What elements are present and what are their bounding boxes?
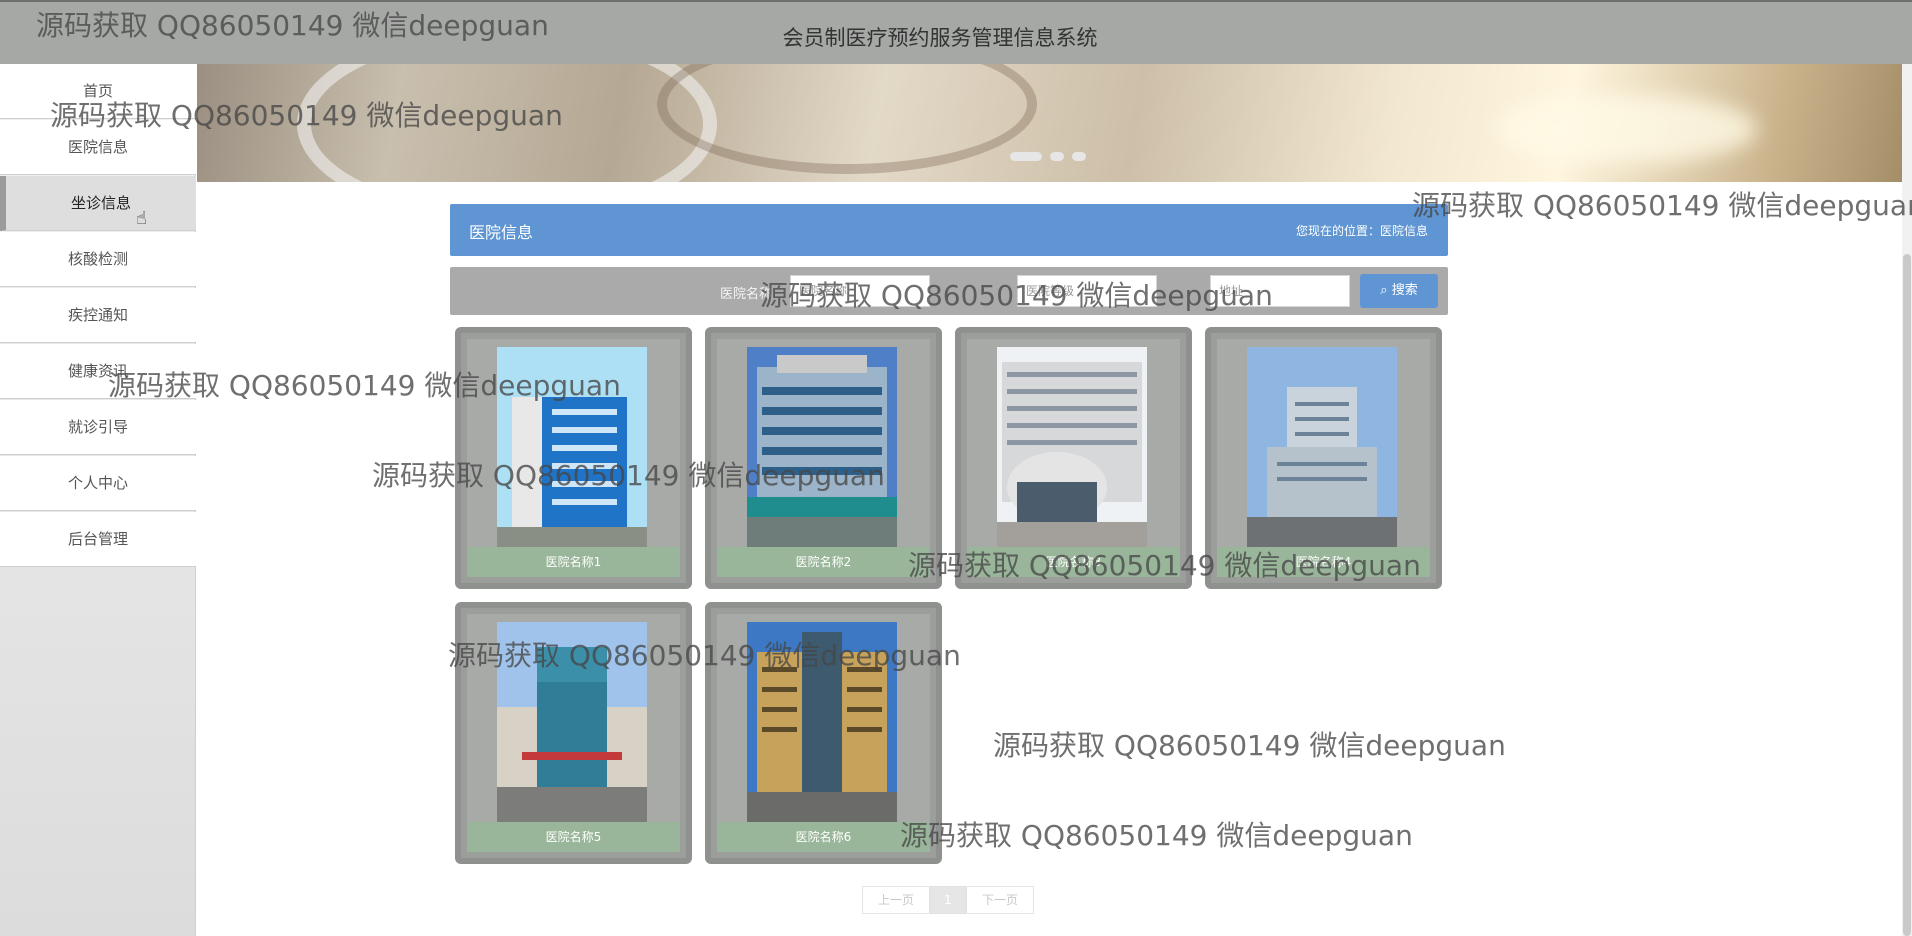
breadcrumb-current[interactable]: 医院信息: [1380, 224, 1428, 238]
sidebar-item-health-news[interactable]: 健康资讯: [0, 344, 196, 399]
hospital-photo[interactable]: [1247, 347, 1397, 547]
sidebar-item-personal-center[interactable]: 个人中心: [0, 456, 196, 511]
section-title: 医院信息: [469, 223, 534, 242]
mouse-pointer-icon: ☝: [136, 208, 147, 229]
hospital-card[interactable]: 医院名称5: [455, 602, 692, 864]
banner-decoration: [657, 64, 1037, 174]
carousel-dot[interactable]: [1050, 152, 1064, 161]
hospital-photo[interactable]: [747, 622, 897, 822]
card-inner: 医院名称6: [717, 614, 930, 852]
sidebar-item-hospital-info[interactable]: 医院信息: [0, 120, 196, 175]
top-bar: 会员制医疗预约服务管理信息系统: [0, 0, 1912, 64]
card-caption: 医院名称1: [467, 547, 680, 577]
banner-decoration: [297, 64, 717, 182]
hospital-photo[interactable]: [497, 622, 647, 822]
sidebar-item-nucleic-test[interactable]: 核酸检测: [0, 232, 196, 287]
hospital-name-label: 医院名称: [720, 287, 773, 302]
prev-page-button[interactable]: 上一页: [862, 886, 930, 914]
hospital-photo[interactable]: [747, 347, 897, 547]
card-caption: 医院名称5: [467, 822, 680, 852]
hospital-card[interactable]: 医院名称6: [705, 602, 942, 864]
sidebar: 首页 医院信息 坐诊信息 核酸检测 疾控通知 健康资讯 就诊引导 个人中心 后台…: [0, 64, 196, 936]
pagination: 上一页 1 下一页: [862, 886, 1034, 914]
address-input[interactable]: 地址: [1210, 275, 1350, 307]
hospital-card[interactable]: 医院名称1: [455, 327, 692, 589]
scrollbar-thumb[interactable]: [1903, 254, 1911, 936]
hospital-name-input[interactable]: 医院名称: [790, 275, 930, 307]
breadcrumb: 您现在的位置：医院信息: [1296, 222, 1428, 239]
sidebar-item-cdc-notice[interactable]: 疾控通知: [0, 288, 196, 343]
search-button-label: 搜索: [1391, 283, 1418, 298]
card-inner: 医院名称4: [1217, 339, 1430, 577]
app-title: 会员制医疗预约服务管理信息系统: [782, 26, 1098, 50]
hospital-photo[interactable]: [997, 347, 1147, 547]
hospital-card[interactable]: 医院名称2: [705, 327, 942, 589]
hospital-card[interactable]: 医院名称3: [955, 327, 1192, 589]
sidebar-item-clinic-info[interactable]: 坐诊信息: [0, 176, 196, 231]
scrollbar[interactable]: [1902, 64, 1912, 936]
sidebar-item-admin[interactable]: 后台管理: [0, 512, 196, 567]
search-button[interactable]: ⌕ 搜索: [1360, 274, 1438, 308]
card-caption: 医院名称4: [1217, 547, 1430, 577]
breadcrumb-prefix: 您现在的位置：: [1295, 224, 1380, 238]
sidebar-item-home[interactable]: 首页: [0, 64, 196, 119]
watermark: 源码获取 QQ86050149 微信deepguan: [993, 729, 1506, 762]
sidebar-item-visit-guide[interactable]: 就诊引导: [0, 400, 196, 455]
card-inner: 医院名称1: [467, 339, 680, 577]
banner-decoration: [1497, 94, 1757, 164]
carousel-dot[interactable]: [1010, 152, 1042, 161]
search-icon: ⌕: [1380, 283, 1388, 298]
carousel-dot[interactable]: [1072, 152, 1086, 161]
carousel-indicators: [1010, 152, 1086, 161]
next-page-button[interactable]: 下一页: [966, 886, 1034, 914]
section-header: 医院信息 您现在的位置：医院信息: [450, 204, 1448, 256]
card-caption: 医院名称2: [717, 547, 930, 577]
hospital-photo[interactable]: [497, 347, 647, 547]
hospital-level-input[interactable]: 医院等级: [1017, 275, 1157, 307]
watermark: 源码获取 QQ86050149 微信deepguan: [900, 819, 1413, 852]
card-inner: 医院名称2: [717, 339, 930, 577]
card-caption: 医院名称6: [717, 822, 930, 852]
card-inner: 医院名称3: [967, 339, 1180, 577]
search-bar: 医院名称 医院名称 医院等级 地址 ⌕ 搜索: [450, 267, 1448, 315]
watermark: 源码获取 QQ86050149 微信deepguan: [1412, 189, 1912, 222]
card-caption: 医院名称3: [967, 547, 1180, 577]
page-number-current[interactable]: 1: [930, 886, 966, 914]
card-inner: 医院名称5: [467, 614, 680, 852]
banner-carousel[interactable]: [197, 64, 1902, 182]
hospital-card[interactable]: 医院名称4: [1205, 327, 1442, 589]
